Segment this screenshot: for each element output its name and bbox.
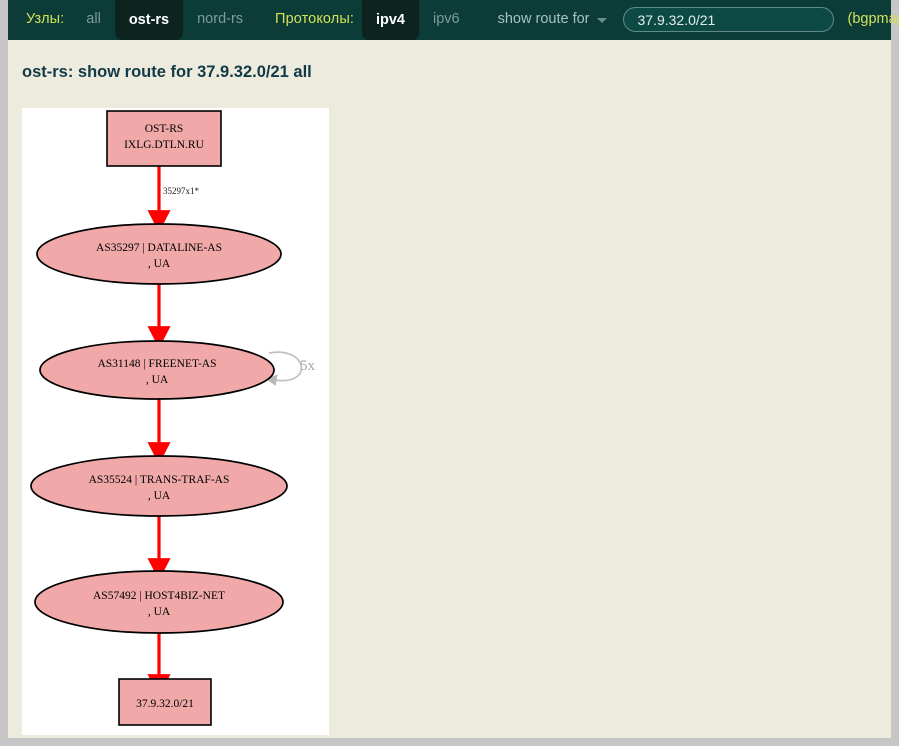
node-as35524-line2: , UA [148,490,171,502]
node-router-line1: OST-RS [145,123,184,135]
node-as35524-line1: AS35524 | TRANS-TRAF-AS [89,474,230,486]
node-as35297-shape [36,223,282,285]
chevron-down-icon [596,18,607,23]
content-area: ost-rs: show route for 37.9.32.0/21 all [8,40,891,738]
node-as57492-shape [34,570,284,634]
command-dropdown[interactable]: show route for [474,0,613,27]
protocols-label: Протоколы: [275,11,354,27]
self-loop-count-label: 5x [300,358,316,374]
node-as31148-line1: AS31148 | FREENET-AS [97,358,216,370]
node-router[interactable]: OST-RS IXLG.DTLN.RU [106,110,222,167]
page-title: ost-rs: show route for 37.9.32.0/21 all [22,63,312,81]
nodes-label: Узлы: [26,11,65,27]
node-as35524-shape [30,455,288,517]
node-as35297-line1: AS35297 | DATALINE-AS [96,242,222,254]
node-prefix[interactable]: 37.9.32.0/21 [118,678,212,726]
node-as57492-line2: , UA [148,606,171,618]
protocol-tab-ipv4[interactable]: ipv4 [361,0,419,40]
node-as35524[interactable]: AS35524 | TRANS-TRAF-AS , UA [30,455,288,517]
route-query-input[interactable] [622,7,834,32]
node-as35297[interactable]: AS35297 | DATALINE-AS , UA [36,223,282,285]
command-dropdown-label: show route for [497,11,590,27]
bgpmap-graph: OST-RS IXLG.DTLN.RU 35297x1* AS35297 | D… [30,110,316,726]
bgpmap-graph-panel: OST-RS IXLG.DTLN.RU 35297x1* AS35297 | D… [22,108,329,735]
self-loop-as31148: 5x [265,351,316,386]
top-toolbar: Узлы: all ost-rs nord-rs Протоколы: ipv4… [8,0,899,40]
edge-label-as-path: 35297x1* [163,186,200,196]
node-as57492-line1: AS57492 | HOST4BIZ-NET [93,590,225,602]
node-as31148-shape [39,340,275,400]
node-as31148[interactable]: AS31148 | FREENET-AS , UA [39,340,275,400]
map-mode-indicator: (bgpmap) [847,11,899,27]
node-tab-ost-rs[interactable]: ost-rs [114,0,184,40]
node-tab-all[interactable]: all [72,0,115,29]
node-router-line2: IXLG.DTLN.RU [124,139,205,151]
node-as31148-line2: , UA [146,374,169,386]
page-frame: Узлы: all ost-rs nord-rs Протоколы: ipv4… [0,0,899,746]
protocol-tab-ipv6[interactable]: ipv6 [419,0,474,29]
node-tab-nord-rs[interactable]: nord-rs [183,0,257,29]
node-as35297-line2: , UA [148,258,171,270]
node-prefix-line1: 37.9.32.0/21 [136,698,194,710]
node-as57492[interactable]: AS57492 | HOST4BIZ-NET , UA [34,570,284,634]
